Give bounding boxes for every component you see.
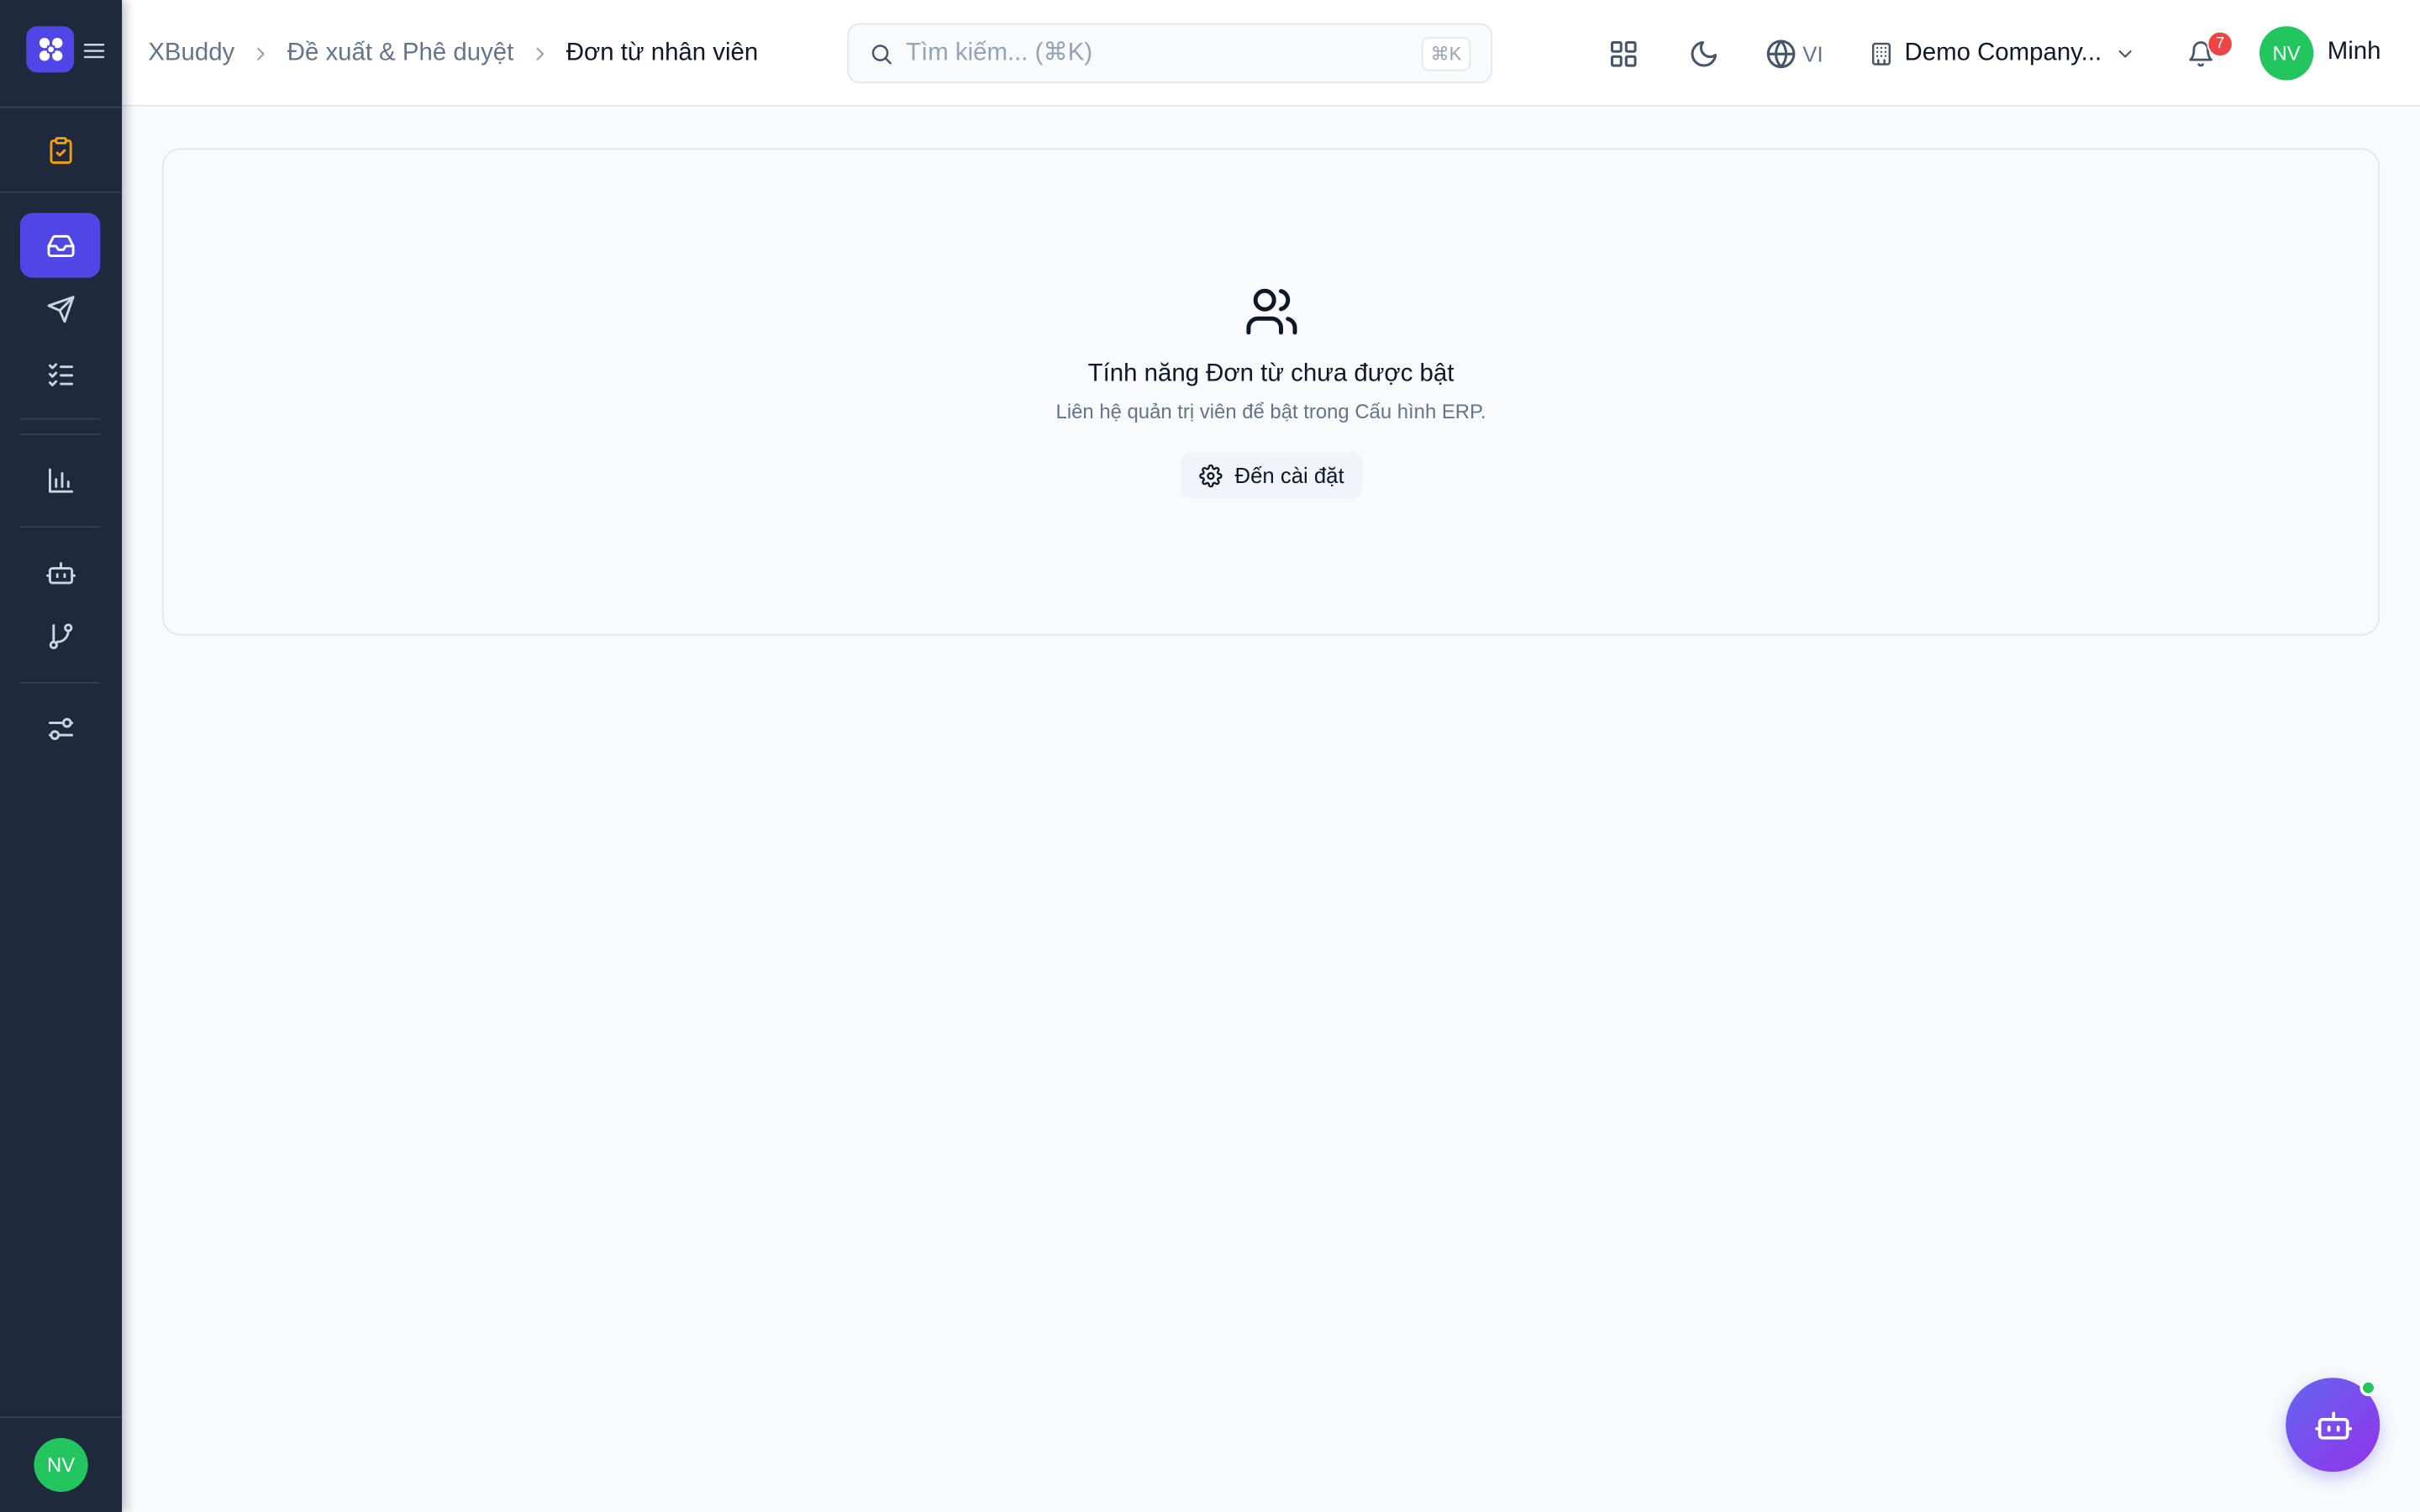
language-label: VI: [1802, 41, 1823, 66]
bot-icon: [2314, 1410, 2352, 1439]
chevron-right-icon: [250, 43, 272, 65]
clipboard-check-icon: [49, 136, 71, 164]
chevron-down-icon: [2118, 50, 2132, 58]
sidebar-item-tasks[interactable]: [20, 341, 101, 406]
moon-icon: [1691, 40, 1718, 67]
notification-badge: 7: [2207, 30, 2233, 57]
empty-state-panel: Tính năng Đơn từ chưa được bật Liên hệ q…: [161, 148, 2381, 636]
breadcrumb-proposals[interactable]: Đề xuất & Phê duyệt: [287, 39, 514, 67]
gear-icon: [1199, 463, 1223, 487]
inbox-icon: [46, 234, 74, 257]
empty-state-title: Tính năng Đơn từ chưa được bật: [1087, 360, 1455, 388]
notifications-button[interactable]: 7: [2187, 28, 2233, 80]
top-header: XBuddy Đề xuất & Phê duyệt Đơn từ nhân v…: [122, 0, 2420, 107]
company-switcher[interactable]: Demo Company...: [1869, 28, 2135, 80]
chevron-right-icon: [529, 43, 551, 65]
bot-icon: [45, 561, 76, 584]
sidebar-item-sent[interactable]: [20, 276, 101, 341]
ai-assistant-fab[interactable]: [2286, 1378, 2381, 1473]
grid-icon: [1610, 40, 1637, 67]
sidebar: NV: [0, 0, 123, 1512]
sidebar-divider: [19, 417, 101, 420]
git-branch-icon: [48, 622, 72, 649]
company-name: Demo Company...: [1904, 39, 2102, 66]
sidebar-item-approvals[interactable]: [20, 118, 101, 182]
sidebar-item-workflows[interactable]: [20, 603, 101, 668]
app-logo[interactable]: [26, 26, 75, 73]
menu-toggle-icon[interactable]: [82, 39, 106, 63]
go-to-settings-button[interactable]: Đến cài đặt: [1181, 452, 1363, 499]
sidebar-user-avatar[interactable]: NV: [34, 1437, 88, 1493]
empty-state-description: Liên hệ quản trị viên để bật trong Cấu h…: [1055, 399, 1486, 423]
avatar: NV: [2259, 25, 2314, 80]
sidebar-item-reports[interactable]: [20, 448, 101, 512]
search-shortcut-hint: ⌘K: [1421, 36, 1471, 71]
global-search[interactable]: ⌘K: [847, 23, 1493, 84]
online-status-dot: [2360, 1379, 2377, 1397]
sliders-icon: [48, 717, 73, 740]
search-icon: [871, 44, 892, 64]
send-icon: [46, 295, 74, 323]
sidebar-divider: [19, 526, 101, 528]
user-menu[interactable]: NV Minh: [2259, 25, 2381, 80]
go-to-settings-label: Đến cài đặt: [1234, 463, 1344, 488]
language-switcher[interactable]: VI: [1765, 28, 1823, 80]
apps-button[interactable]: [1608, 28, 1639, 80]
building-icon: [1871, 42, 1891, 66]
sidebar-divider: [0, 1416, 123, 1418]
breadcrumb: XBuddy Đề xuất & Phê duyệt Đơn từ nhân v…: [148, 0, 758, 107]
sidebar-divider: [0, 106, 123, 108]
sidebar-divider: [0, 191, 123, 193]
bar-chart-icon: [48, 467, 73, 492]
theme-toggle-button[interactable]: [1688, 28, 1719, 80]
sidebar-divider: [19, 681, 101, 684]
breadcrumb-home[interactable]: XBuddy: [148, 39, 234, 67]
list-checks-icon: [48, 362, 73, 386]
sidebar-item-inbox[interactable]: [19, 213, 101, 278]
search-input[interactable]: [906, 24, 1422, 82]
xbuddy-logo-icon: [38, 37, 62, 61]
sidebar-divider: [19, 433, 101, 435]
sidebar-item-ai-assistant[interactable]: [20, 540, 101, 605]
breadcrumb-current: Đơn từ nhân viên: [566, 39, 759, 66]
sidebar-item-settings[interactable]: [20, 696, 101, 760]
globe-icon: [1766, 39, 1796, 69]
users-icon: [1246, 288, 1297, 335]
user-name: Minh: [2327, 38, 2381, 66]
